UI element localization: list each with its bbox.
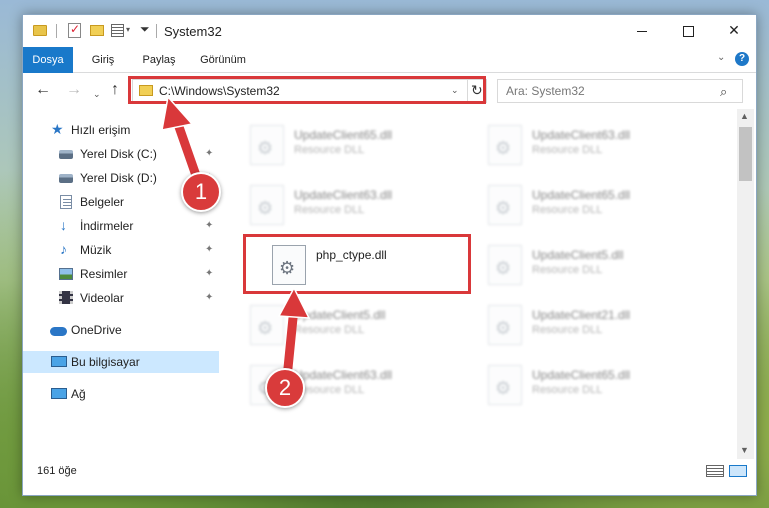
step-1-badge: 1 bbox=[181, 172, 221, 212]
arrow-to-file bbox=[277, 286, 311, 383]
arrow-to-address-bar bbox=[161, 95, 204, 189]
annotation-arrows bbox=[161, 95, 311, 383]
step-2-badge: 2 bbox=[265, 368, 305, 408]
